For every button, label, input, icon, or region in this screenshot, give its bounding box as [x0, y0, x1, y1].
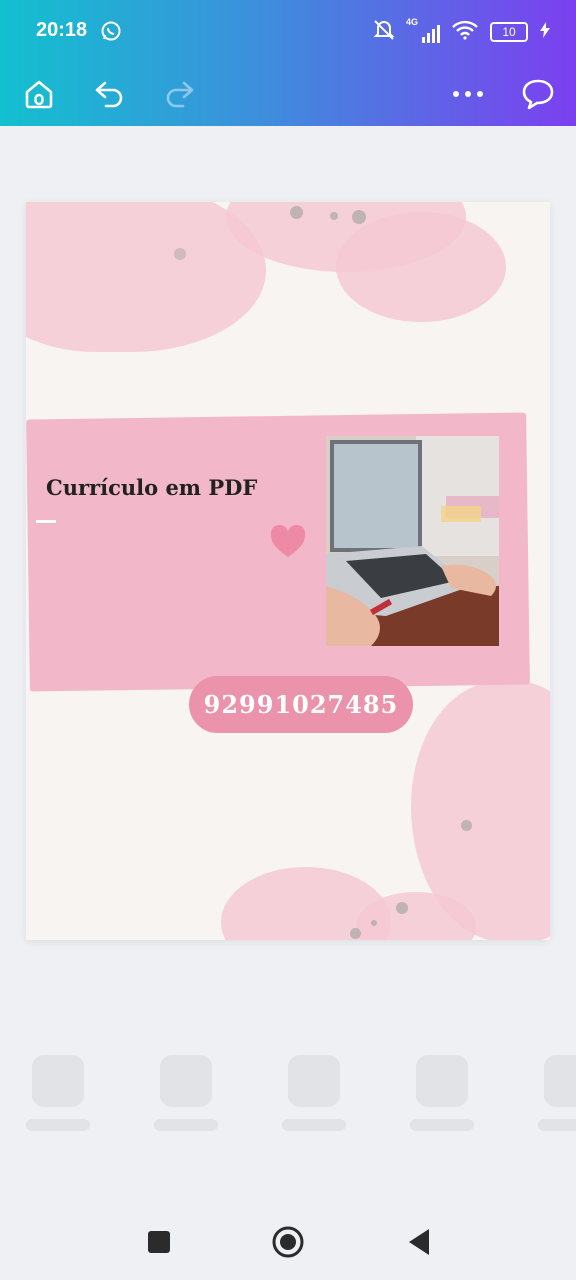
decor-dot — [174, 248, 186, 260]
tool-placeholder[interactable] — [538, 1055, 576, 1131]
decor-dot — [330, 212, 338, 220]
design-canvas[interactable]: Currículo em PDF 92991027485 — [26, 202, 550, 940]
status-bar: 20:18 4G 10 — [0, 0, 576, 64]
watercolor-blob — [336, 212, 506, 322]
decor-dot — [461, 820, 472, 831]
tool-icon-placeholder — [416, 1055, 468, 1107]
tool-placeholder[interactable] — [154, 1055, 218, 1131]
wifi-icon — [452, 20, 478, 44]
home-circle-icon[interactable] — [270, 1224, 306, 1260]
system-nav-bar — [0, 1200, 576, 1280]
tool-icon-placeholder — [288, 1055, 340, 1107]
decor-dot — [290, 206, 303, 219]
editor-toolbar — [0, 64, 576, 126]
signal-icon: 4G — [406, 17, 440, 43]
heart-icon[interactable] — [269, 524, 307, 560]
whatsapp-icon — [100, 20, 122, 42]
status-time: 20:18 — [36, 19, 88, 41]
home-icon[interactable] — [15, 70, 63, 118]
decor-dash — [36, 520, 56, 523]
redo-icon[interactable] — [155, 70, 203, 118]
tool-label-placeholder — [538, 1119, 576, 1131]
bottom-tool-bar — [0, 1055, 576, 1145]
tool-placeholder[interactable] — [282, 1055, 346, 1131]
more-icon[interactable] — [444, 70, 492, 118]
tool-placeholder[interactable] — [26, 1055, 90, 1131]
laptop-photo[interactable] — [326, 436, 499, 646]
design-title[interactable]: Currículo em PDF — [46, 475, 257, 500]
tool-label-placeholder — [410, 1119, 474, 1131]
undo-icon[interactable] — [86, 70, 134, 118]
mute-icon — [372, 19, 396, 45]
recents-icon[interactable] — [141, 1224, 177, 1260]
tool-label-placeholder — [154, 1119, 218, 1131]
app-header: 20:18 4G 10 — [0, 0, 576, 126]
comment-icon[interactable] — [514, 70, 562, 118]
phone-number-pill[interactable]: 92991027485 — [189, 676, 413, 733]
network-label: 4G — [406, 17, 419, 27]
decor-dot — [371, 920, 377, 926]
tool-icon-placeholder — [160, 1055, 212, 1107]
decor-dot — [396, 902, 408, 914]
battery-indicator: 10 — [490, 22, 528, 42]
tool-placeholder[interactable] — [410, 1055, 474, 1131]
tool-label-placeholder — [282, 1119, 346, 1131]
tool-label-placeholder — [26, 1119, 90, 1131]
tool-icon-placeholder — [32, 1055, 84, 1107]
decor-dot — [352, 210, 366, 224]
status-icons: 4G 10 — [372, 17, 550, 46]
back-icon[interactable] — [401, 1224, 437, 1260]
decor-dot — [350, 928, 361, 939]
tool-icon-placeholder — [544, 1055, 576, 1107]
charging-icon — [540, 22, 550, 42]
